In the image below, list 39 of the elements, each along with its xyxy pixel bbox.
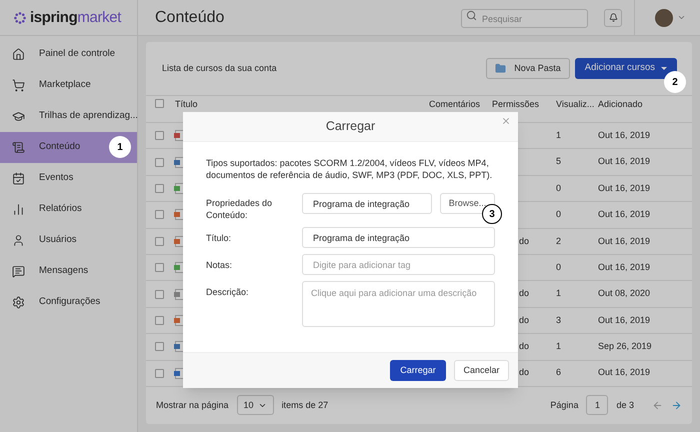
supported-types-text: Tipos suportados: pacotes SCORM 1.2/2004, vídeos FLV, vídeos MP4, documentos de referência de áudio, SWF, MP3 (PDF, DOC, XLS, PPT). (206, 157, 494, 181)
table-cell-text: 1 (556, 128, 562, 142)
table-cell-text: Out 16, 2019 (598, 155, 652, 168)
step-number-badge: 3 (482, 204, 502, 224)
page-label: Página (550, 398, 578, 412)
table-cell-text: Out 16, 2019 (598, 182, 652, 195)
page-title: Conteúdo (155, 8, 226, 28)
table-cell-text: 1 (556, 340, 562, 354)
table-cell-text: Sep 26, 2019 (598, 340, 653, 354)
table-cell-text: 5 (556, 155, 562, 168)
table-cell-text: 0 (556, 260, 562, 274)
dialog-title: Carregar (326, 118, 376, 136)
table-cell-text: 2 (556, 234, 562, 248)
table-cell-text: do (518, 287, 530, 300)
table-cell-text: do (518, 314, 530, 327)
list-subtitle: Lista de cursos da sua conta (162, 62, 278, 75)
field-label: Propriedades do Conteúdo: (206, 197, 274, 221)
table-cell-text: Out 16, 2019 (598, 128, 652, 142)
table-cell-text: 3 (556, 314, 562, 327)
table-cell-text: Out 08, 2020 (598, 287, 652, 300)
step-number-badge: 2 (664, 71, 686, 93)
table-cell-text: 0 (556, 182, 562, 195)
table-cell-text: Out 16, 2019 (598, 234, 652, 248)
field-label: Título: (206, 232, 232, 244)
table-cell-text: 1 (556, 287, 562, 300)
field-label: Notas: (206, 259, 234, 271)
table-cell-text: Out 16, 2019 (598, 314, 652, 327)
table-cell-text: 6 (556, 366, 562, 380)
page-total: de 3 (616, 398, 634, 412)
table-cell-text: do (518, 340, 530, 354)
items-count: items de 27 (282, 398, 328, 412)
table-cell-text: do (518, 234, 530, 248)
table-cell-text: 0 (556, 208, 562, 222)
table-cell-text: Out 16, 2019 (598, 260, 652, 274)
table-cell-text: Out 16, 2019 (598, 208, 652, 222)
logo-text: ispringmarket (30, 8, 121, 26)
page-size-label: Mostrar na página (156, 398, 229, 412)
field-label: Descrição: (206, 286, 250, 298)
table-cell-text: Out 16, 2019 (598, 366, 652, 380)
